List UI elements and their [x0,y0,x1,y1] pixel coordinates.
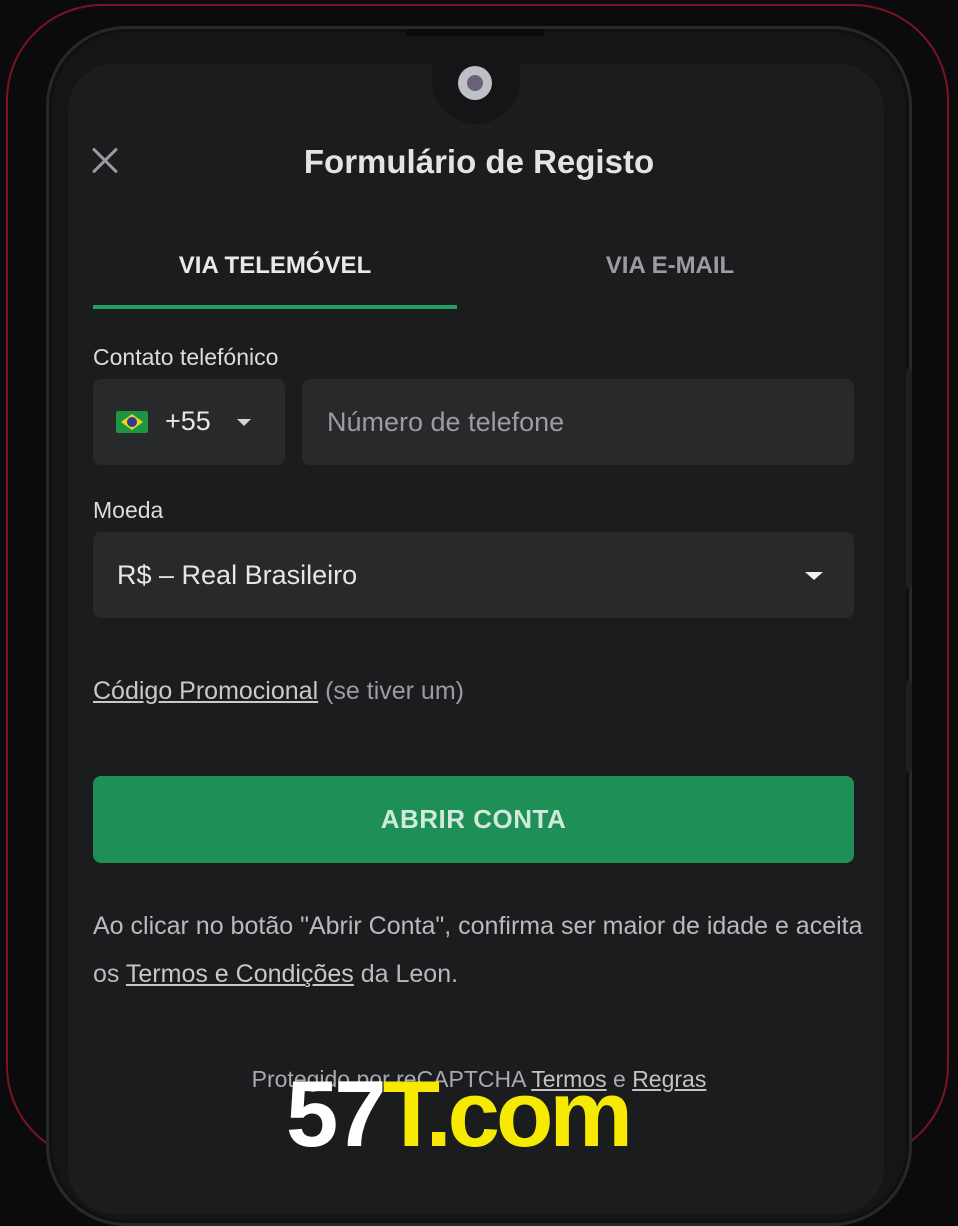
phone-side-button-volume [906,680,912,772]
active-tab-indicator [93,305,457,309]
disclaimer-suffix: da Leon. [353,960,459,988]
open-account-button[interactable]: ABRIR CONTA [93,776,854,863]
watermark-part-1: 57 [286,1061,387,1166]
tab-via-phone[interactable]: VIA TELEMÓVEL [93,246,457,286]
promo-code-row: Código Promocional (se tiver um) [93,674,464,708]
page-title: Formulário de Registo [303,143,655,180]
phone-number-input[interactable] [302,379,854,465]
currency-selected-value: R$ – Real Brasileiro [117,560,358,590]
currency-field-label: Moeda [93,497,164,523]
app-screen [68,64,884,1214]
front-camera-icon [458,66,492,100]
currency-select[interactable]: R$ – Real Brasileiro [93,532,854,618]
promo-code-link[interactable]: Código Promocional [93,677,318,705]
country-code-select[interactable]: +55 [93,379,285,465]
tab-via-email[interactable]: VIA E-MAIL [475,246,865,286]
terms-disclaimer: Ao clicar no botão "Abrir Conta", confir… [93,902,863,998]
chevron-down-icon [237,419,251,426]
chevron-down-icon [805,572,823,580]
brazil-flag-icon [116,411,148,433]
promo-code-hint: (se tiver um) [325,677,464,705]
country-code-value: +55 [165,406,211,436]
earpiece-speaker [406,29,544,36]
camera-lens [467,75,483,91]
site-watermark: 57T.com [286,1061,633,1166]
recaptcha-rules-link[interactable]: Regras [632,1066,706,1092]
phone-field-label: Contato telefónico [93,344,279,370]
terms-and-conditions-link[interactable]: Termos e Condições [126,960,354,988]
phone-side-button-power [906,368,912,588]
watermark-part-2: T.com [382,1061,633,1166]
